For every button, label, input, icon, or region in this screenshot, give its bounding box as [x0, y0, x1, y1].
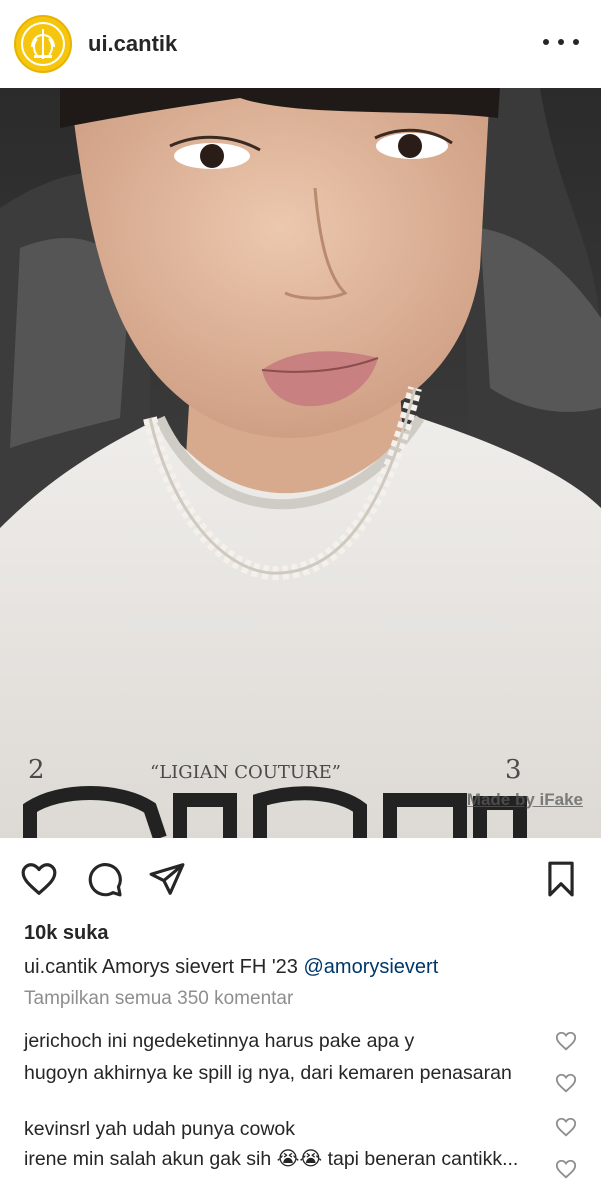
comment-heart-icon[interactable] [555, 1072, 577, 1094]
more-options-icon[interactable] [543, 30, 579, 54]
svg-text:3: 3 [505, 755, 522, 785]
comment-text: ini ngedeketinnya harus pake apa y [107, 1030, 415, 1052]
comment-heart-icon[interactable] [555, 1158, 577, 1180]
comment-text: akhirnya ke spill ig nya, dari kemaren p… [93, 1062, 512, 1084]
post-username[interactable]: ui.cantik [88, 31, 177, 57]
avatar[interactable] [14, 15, 72, 73]
university-logo-icon [21, 22, 65, 66]
comment-heart-icon[interactable] [555, 1030, 577, 1052]
caption-text: Amorys sievert FH '23 [101, 956, 298, 978]
post-photo[interactable]: 2 3 “LIGIAN COUTURE” Made by iFake [0, 88, 601, 838]
post-header: ui.cantik [0, 0, 601, 88]
comment-item: hugoyn akhirnya ke spill ig nya, dari ke… [24, 1060, 544, 1086]
comment-item: kevinsrl yah udah punya cowok [24, 1116, 544, 1142]
comment-text: min salah akun gak sih 😭😭 tapi beneran c… [72, 1148, 519, 1170]
heart-outline-icon[interactable] [20, 860, 58, 898]
selfie-image: 2 3 “LIGIAN COUTURE” [0, 88, 601, 838]
comment-item: jerichoch ini ngedeketinnya harus pake a… [24, 1028, 544, 1054]
caption-mention[interactable]: @amorysievert [303, 956, 438, 978]
comment-heart-icon[interactable] [555, 1116, 577, 1138]
view-all-comments-link[interactable]: Tampilkan semua 350 komentar [24, 988, 293, 1010]
likes-count[interactable]: 10k suka [24, 922, 109, 945]
caption: ui.cantik Amorys sievert FH '23 @amorysi… [24, 956, 438, 979]
caption-username[interactable]: ui.cantik [24, 956, 97, 978]
comment-item: irene min salah akun gak sih 😭😭 tapi ben… [24, 1146, 544, 1172]
comment-username[interactable]: hugoyn [24, 1062, 88, 1084]
action-bar [0, 852, 601, 906]
paper-plane-icon[interactable] [148, 860, 186, 898]
comment-bubble-icon[interactable] [86, 860, 124, 898]
shirt-print-text: “LIGIAN COUTURE” [150, 762, 341, 783]
comment-username[interactable]: jerichoch [24, 1030, 102, 1052]
comment-username[interactable]: kevinsrl [24, 1118, 90, 1140]
comment-username[interactable]: irene [24, 1148, 67, 1170]
comment-text: yah udah punya cowok [95, 1118, 296, 1140]
watermark: Made by iFake [466, 790, 583, 809]
bookmark-icon[interactable] [542, 860, 580, 898]
svg-text:2: 2 [28, 755, 45, 785]
